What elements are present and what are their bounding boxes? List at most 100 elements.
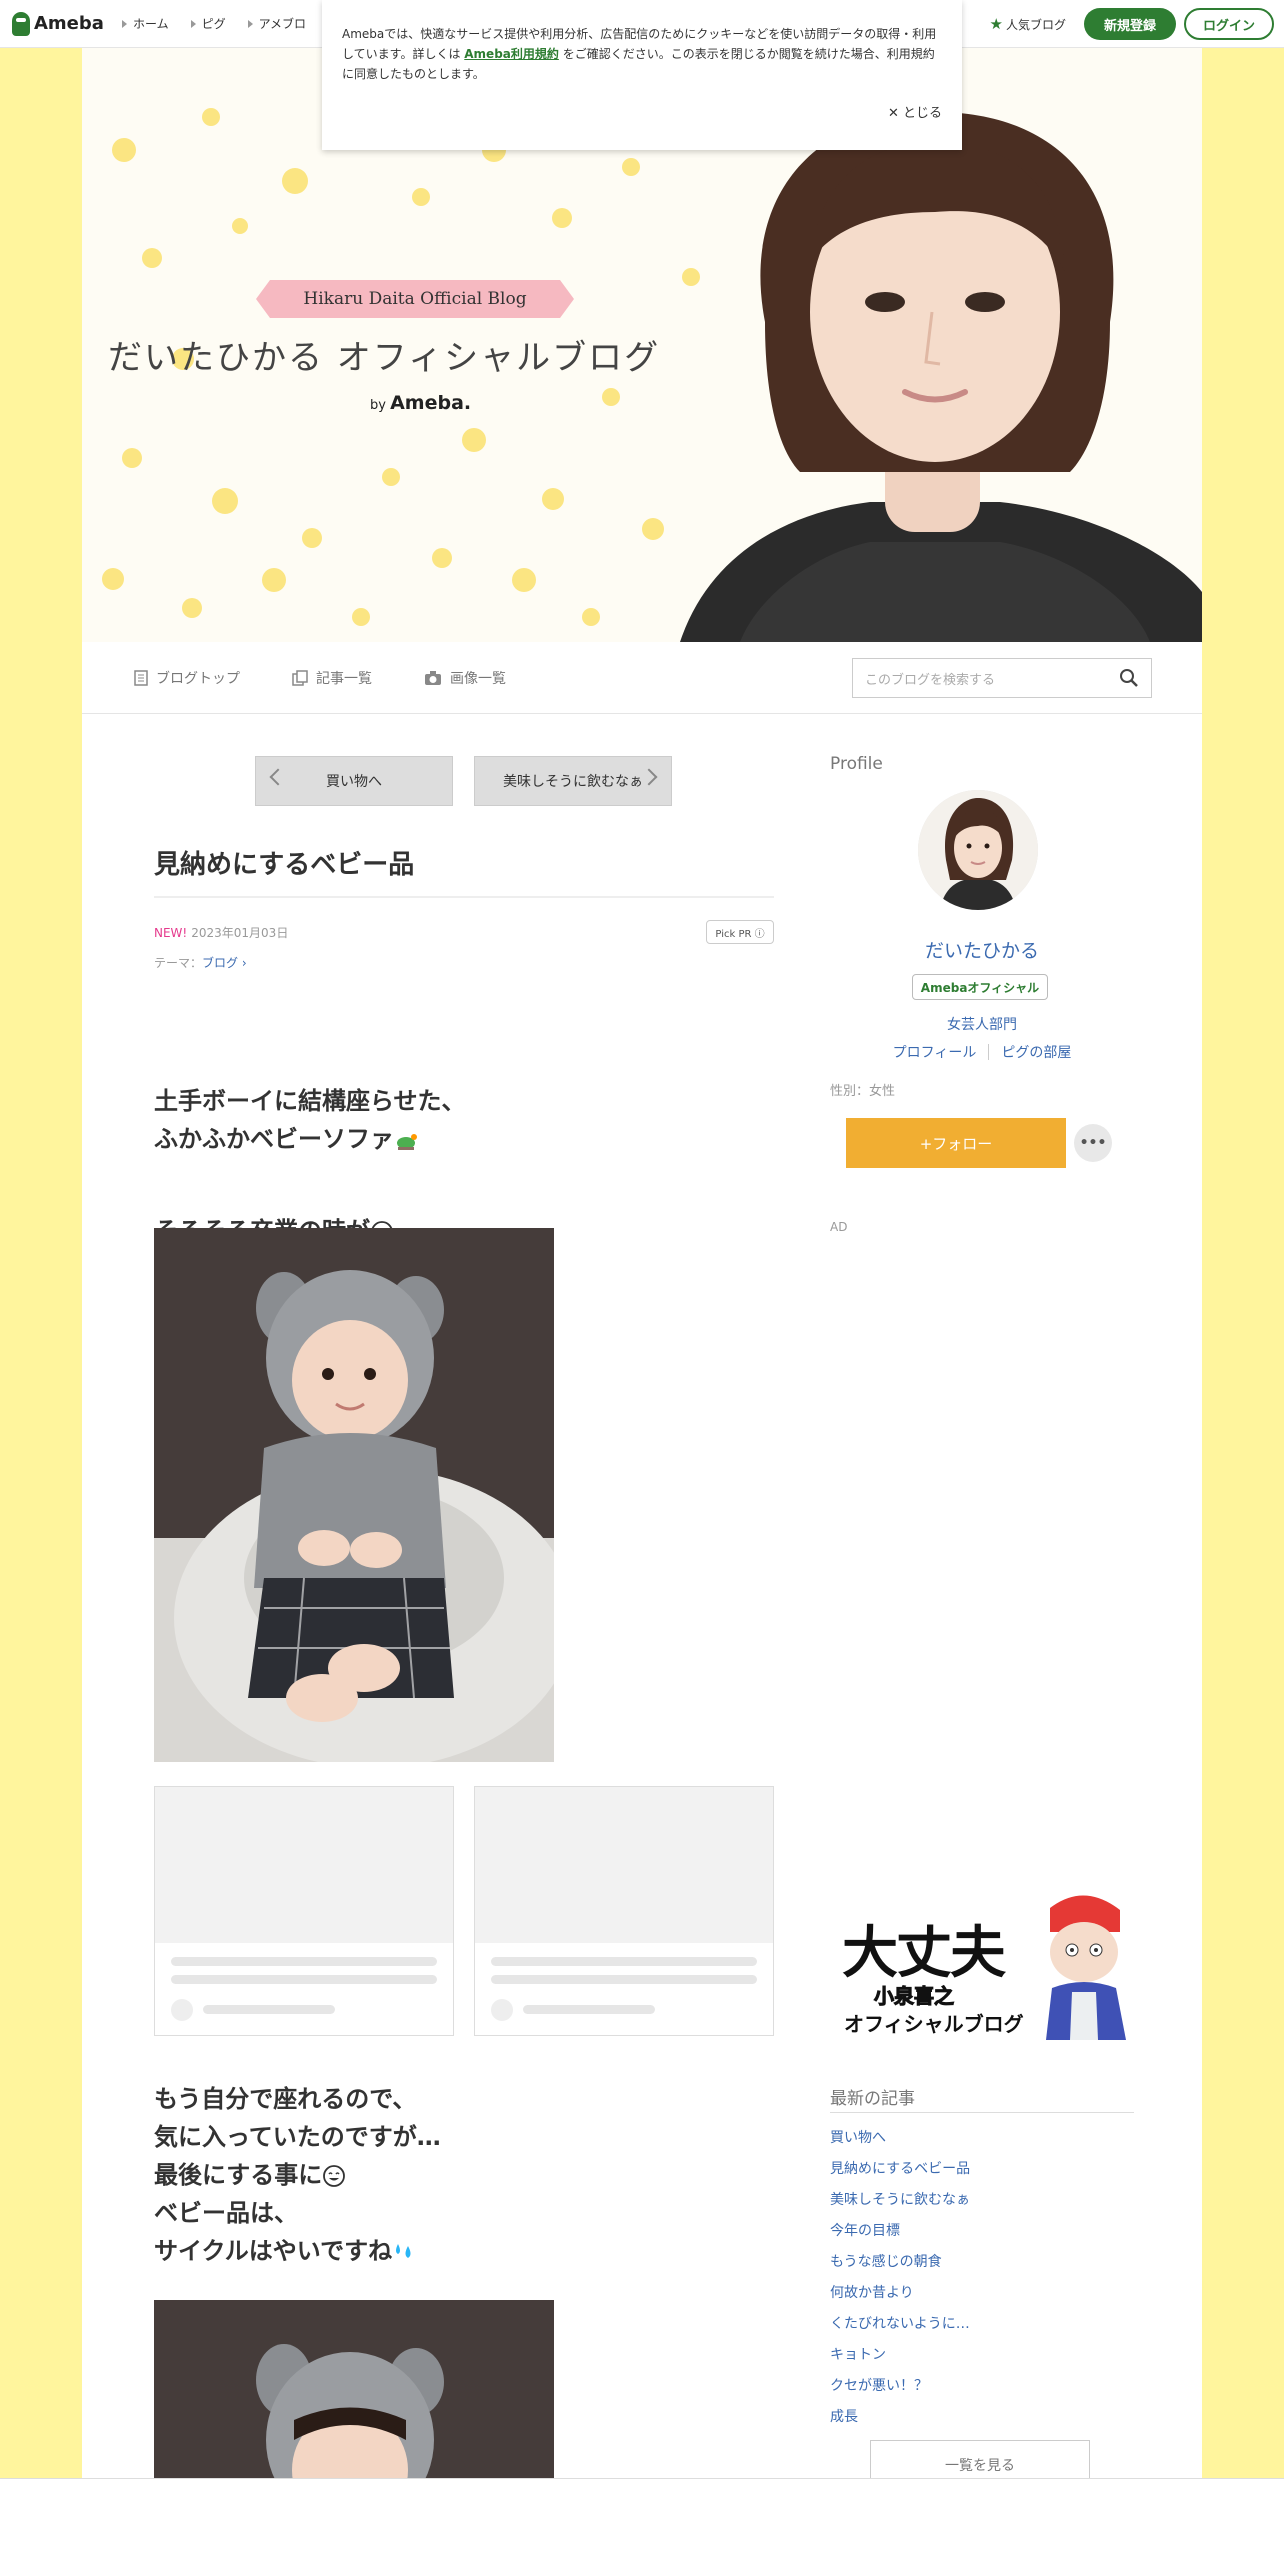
article-photo-1[interactable] xyxy=(154,1228,554,1762)
polka-dot xyxy=(412,188,430,206)
new-badge: NEW! xyxy=(154,926,188,940)
search-placeholder: このブログを検索する xyxy=(865,672,996,688)
pig-room-link[interactable]: ピグの部屋 xyxy=(1001,1042,1071,1062)
by-ameba: by Ameba. xyxy=(370,392,471,414)
promo-banner[interactable]: 大丈夫 小泉喜之 オフィシャルブログ xyxy=(834,1888,1134,2040)
link-separator xyxy=(988,1044,990,1060)
follow-button[interactable]: +フォロー xyxy=(846,1118,1066,1168)
recent-article-item[interactable]: 見納めにするベビー品 xyxy=(830,2159,970,2190)
prev-article-label: 買い物へ xyxy=(326,774,382,790)
profile-link[interactable]: プロフィール xyxy=(893,1042,977,1062)
recent-article-item[interactable]: 買い物へ xyxy=(830,2128,970,2159)
recent-article-item[interactable]: キョトン xyxy=(830,2345,970,2376)
polka-dot xyxy=(122,448,142,468)
ad-label: AD xyxy=(830,1220,848,1234)
card-line xyxy=(171,1975,437,1984)
image-list-label: 画像一覧 xyxy=(450,670,506,687)
recent-article-item[interactable]: 何故か昔より xyxy=(830,2283,970,2314)
polka-dot xyxy=(582,608,600,626)
prev-article-button[interactable]: 買い物へ xyxy=(255,756,453,806)
blog-title: だいたひかる オフィシャルブログ xyxy=(108,338,661,378)
nav-ameblo[interactable]: アメブロ xyxy=(248,15,306,32)
banner-line3: オフィシャルブログ xyxy=(844,2012,1024,2036)
pick-pr-button[interactable]: Pick PR ⓘ xyxy=(706,920,774,944)
star-icon: ★ xyxy=(989,15,1003,33)
pickpr-card-2[interactable] xyxy=(474,1786,774,2036)
blog-search-input[interactable]: このブログを検索する xyxy=(852,658,1152,698)
bottom-bar xyxy=(0,2478,1284,2568)
recent-article-item[interactable]: くたびれないように… xyxy=(830,2314,970,2345)
title-divider xyxy=(154,896,774,898)
card-line xyxy=(171,1957,437,1966)
polka-dot xyxy=(282,168,308,194)
chevron-left-icon xyxy=(269,768,287,786)
recent-article-item[interactable]: 成長 xyxy=(830,2407,970,2438)
theme-link[interactable]: ブログ › xyxy=(202,956,247,970)
header-actions: ★ 人気ブログ 新規登録 ログイン xyxy=(990,8,1274,40)
blog-badge: Hikaru Daita Official Blog xyxy=(256,280,574,318)
recent-divider xyxy=(830,2112,1134,2113)
cookie-close-button[interactable]: ✕ とじる xyxy=(888,102,942,121)
pickpr-card-1[interactable] xyxy=(154,1786,454,2036)
article-paragraph-1: 土手ボーイに結構座らせた、 ふかふかベビーソファ xyxy=(154,1082,466,1158)
polka-dot xyxy=(552,208,572,228)
search-icon[interactable] xyxy=(1119,668,1139,688)
recent-articles-heading: 最新の記事 xyxy=(830,2089,915,2109)
article-title: 見納めにするベビー品 xyxy=(154,850,415,880)
recent-article-item[interactable]: 美味しそうに飲むなぁ xyxy=(830,2190,970,2221)
blog-nav: ブログトップ 記事一覧 画像一覧 このブログを検索する xyxy=(82,642,1202,714)
article-date: 2023年01月03日 xyxy=(191,926,289,940)
polka-dot xyxy=(142,248,162,268)
polka-dot xyxy=(182,598,202,618)
cookie-text: Amebaでは、快適なサービス提供や利用分析、広告配信のためにクッキーなどを使い… xyxy=(342,24,942,84)
card-line xyxy=(491,1975,757,1984)
recent-article-item[interactable]: 今年の目標 xyxy=(830,2221,970,2252)
blog-main: Hikaru Daita Official Blog だいたひかる オフィシャル… xyxy=(82,48,1202,2568)
profile-avatar[interactable] xyxy=(918,790,1038,910)
author-portrait xyxy=(680,112,1202,642)
copy-icon xyxy=(292,669,308,686)
chevron-right-icon xyxy=(640,768,658,786)
camera-icon xyxy=(425,670,441,685)
recent-article-item[interactable]: クセが悪い！？ xyxy=(830,2376,970,2407)
blog-top-label: ブログトップ xyxy=(156,670,240,687)
nav-home[interactable]: ホーム xyxy=(122,15,169,32)
signup-button[interactable]: 新規登録 xyxy=(1084,8,1176,40)
popular-blog-link[interactable]: ★ 人気ブログ xyxy=(990,15,1066,33)
nav-pig[interactable]: ピグ xyxy=(191,15,226,32)
article-list-label: 記事一覧 xyxy=(316,670,372,687)
article-list-link[interactable]: 記事一覧 xyxy=(292,668,372,688)
para1-line1: 土手ボーイに結構座らせた、 xyxy=(154,1087,466,1115)
logo-text: Ameba xyxy=(34,13,104,34)
article-meta: NEW! 2023年01月03日 xyxy=(154,924,288,941)
polka-dot xyxy=(622,158,640,176)
card-line xyxy=(523,2005,655,2014)
polka-dot xyxy=(202,108,220,126)
polka-dot xyxy=(232,218,248,234)
blog-top-link[interactable]: ブログトップ xyxy=(134,668,240,688)
para3-line4: ベビー品は、 xyxy=(154,2199,298,2227)
cookie-notice: Amebaでは、快適なサービス提供や利用分析、広告配信のためにクッキーなどを使い… xyxy=(322,0,962,150)
polka-dot xyxy=(112,138,136,162)
card-image-placeholder xyxy=(155,1787,453,1943)
more-options-button[interactable]: ••• xyxy=(1074,1124,1112,1162)
profile-name[interactable]: だいたひかる xyxy=(830,936,1134,963)
recent-article-item[interactable]: もうな感じの朝食 xyxy=(830,2252,970,2283)
terms-link[interactable]: Ameba利用規約 xyxy=(464,47,559,61)
image-list-link[interactable]: 画像一覧 xyxy=(424,668,506,688)
profile-genre-link[interactable]: 女芸人部門 xyxy=(830,1014,1134,1034)
brand-label: Ameba. xyxy=(390,392,472,414)
card-line xyxy=(491,1957,757,1966)
card-line xyxy=(203,2005,335,2014)
profile-heading: Profile xyxy=(830,754,883,774)
turtle-emoji-icon xyxy=(397,1134,417,1150)
para3-line5: サイクルはやいですね xyxy=(154,2237,393,2265)
document-icon xyxy=(134,669,148,686)
para3-line2: 気に入っていたのですが… xyxy=(154,2123,441,2151)
next-article-button[interactable]: 美味しそうに飲むなぁ xyxy=(474,756,672,806)
polka-dot xyxy=(512,568,536,592)
recent-articles-list: 買い物へ 見納めにするベビー品 美味しそうに飲むなぁ 今年の目標 もうな感じの朝… xyxy=(830,2128,970,2438)
login-button[interactable]: ログイン xyxy=(1184,8,1274,40)
para1-line2-wrap: ふかふかベビーソファ xyxy=(154,1120,466,1158)
ameba-logo[interactable]: Ameba xyxy=(12,11,104,36)
